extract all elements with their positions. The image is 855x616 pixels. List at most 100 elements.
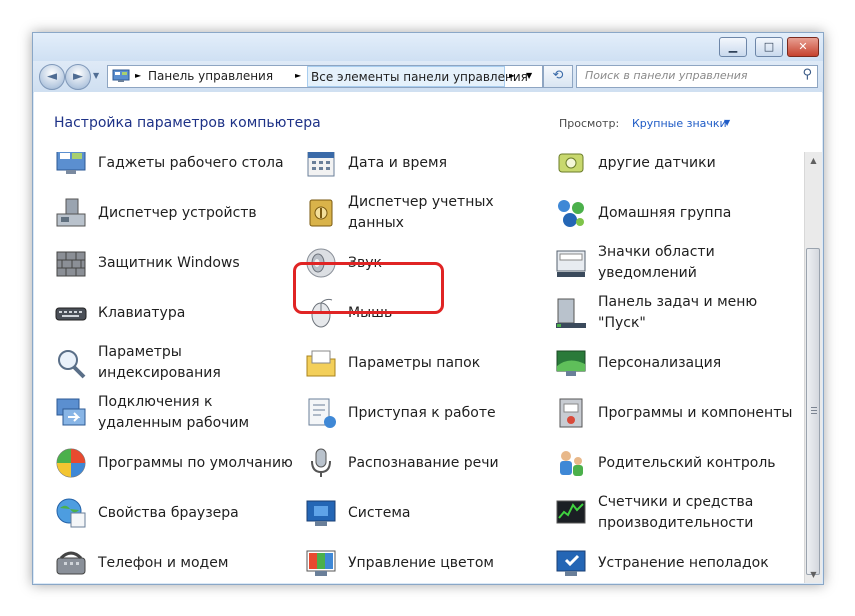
back-button[interactable]: ◄ — [39, 64, 65, 90]
control-panel-item[interactable]: Счетчики и средства производительности — [554, 490, 794, 536]
device-manager-icon — [54, 196, 88, 230]
control-panel-item[interactable]: Подключения к удаленным рабочим — [54, 390, 294, 436]
view-label: Просмотр: — [559, 117, 620, 130]
performance-icon — [554, 496, 588, 530]
control-panel-item[interactable]: Параметры индексирования — [54, 340, 294, 386]
gadgets-icon — [54, 152, 88, 180]
control-panel-item[interactable]: Параметры папок — [304, 340, 544, 386]
control-panel-item[interactable]: Персонализация — [554, 340, 794, 386]
credential-vault-icon — [304, 196, 338, 230]
control-panel-item-label: Диспетчер учетных данных — [348, 194, 494, 231]
control-panel-item[interactable]: Распознавание речи — [304, 440, 544, 486]
firewall-wall-icon — [54, 246, 88, 280]
control-panel-item[interactable]: Телефон и модем — [54, 540, 294, 583]
control-panel-item-label: Защитник Windows — [98, 254, 240, 271]
control-panel-item-label: Распознавание речи — [348, 454, 499, 471]
recent-pages-chevron-icon[interactable]: ▼ — [93, 71, 99, 80]
control-panel-item-label: Система — [348, 504, 411, 521]
control-panel-item[interactable]: Панель задач и меню "Пуск" — [554, 290, 794, 336]
control-panel-item-label: Параметры папок — [348, 354, 481, 371]
control-panel-item[interactable]: Клавиатура — [54, 290, 294, 336]
minimize-button[interactable]: ▁ — [719, 37, 747, 57]
vertical-scrollbar[interactable]: ▲ ▼ — [804, 152, 822, 583]
control-panel-item-label: Подключения к удаленным рабочим — [98, 394, 250, 431]
calendar-icon — [304, 152, 338, 180]
parental-control-icon — [554, 446, 588, 480]
search-icon[interactable]: ⚲ — [802, 67, 812, 82]
control-panel-item-label: Параметры индексирования — [98, 344, 221, 381]
scroll-thumb[interactable] — [806, 248, 820, 575]
chevron-down-icon[interactable]: ▼ — [724, 118, 730, 127]
scroll-down-button[interactable]: ▼ — [805, 566, 822, 583]
breadcrumb-all-items[interactable]: Все элементы панели управления — [307, 66, 528, 87]
search-input[interactable]: Поиск в панели управления — [585, 69, 748, 82]
control-panel-item-label: Диспетчер устройств — [98, 204, 257, 221]
remote-connection-icon — [54, 396, 88, 430]
control-panel-item[interactable]: Приступая к работе — [304, 390, 544, 436]
getting-started-icon — [304, 396, 338, 430]
control-panel-item-label: Родительский контроль — [598, 454, 776, 471]
content-pane: Настройка параметров компьютера Просмотр… — [34, 92, 822, 583]
control-panel-item[interactable]: Программы по умолчанию — [54, 440, 294, 486]
control-panel-window: ▁ □ ✕ ◄ ► ▼ ► Панель управления ► Все эл… — [32, 32, 824, 585]
control-panel-item[interactable]: другие датчики — [554, 152, 794, 186]
control-panel-item[interactable]: Программы и компоненты — [554, 390, 794, 436]
control-panel-item[interactable]: Устранение неполадок — [554, 540, 794, 583]
control-panel-item[interactable]: Свойства браузера — [54, 490, 294, 536]
control-panel-item-label: Персонализация — [598, 354, 722, 371]
control-panel-item-label: Счетчики и средства производительности — [598, 494, 754, 531]
indexing-icon — [54, 346, 88, 380]
control-panel-item[interactable]: Родительский контроль — [554, 440, 794, 486]
address-bar[interactable]: ► Панель управления ► Все элементы панел… — [107, 65, 543, 88]
control-panel-item[interactable]: Дата и время — [304, 152, 544, 186]
control-panel-item[interactable]: Домашняя группа — [554, 190, 794, 236]
control-panel-item-label: Домашняя группа — [598, 204, 732, 221]
control-panel-item[interactable]: Диспетчер учетных данных — [304, 190, 544, 236]
close-button[interactable]: ✕ — [787, 37, 819, 57]
system-icon — [304, 496, 338, 530]
default-programs-icon — [54, 446, 88, 480]
control-panel-item-label: Приступая к работе — [348, 404, 496, 421]
control-panel-item-label: Клавиатура — [98, 304, 186, 321]
highlight-frame — [293, 262, 444, 314]
control-panel-item-label: Гаджеты рабочего стола — [98, 154, 284, 171]
scroll-up-button[interactable]: ▲ — [805, 152, 822, 169]
control-panel-item-label: Панель задач и меню "Пуск" — [598, 294, 758, 331]
breadcrumb-separator-icon[interactable]: ► — [135, 66, 141, 87]
taskbar-icon — [554, 296, 588, 330]
maximize-button[interactable]: □ — [755, 37, 783, 57]
search-box[interactable]: Поиск в панели управления ⚲ — [576, 65, 818, 88]
control-panel-item-label: Значки области уведомлений — [598, 244, 715, 281]
color-management-icon — [304, 546, 338, 580]
breadcrumb-separator-icon[interactable]: ► — [509, 66, 515, 87]
control-panel-item[interactable]: Гаджеты рабочего стола — [54, 152, 294, 186]
control-panel-item[interactable]: Значки области уведомлений — [554, 240, 794, 286]
internet-options-icon — [54, 496, 88, 530]
control-panel-item[interactable]: Система — [304, 490, 544, 536]
control-panel-item-label: Телефон и модем — [98, 554, 229, 571]
folder-icon — [304, 346, 338, 380]
control-panel-item[interactable]: Диспетчер устройств — [54, 190, 294, 236]
troubleshooting-icon — [554, 546, 588, 580]
sensor-icon — [554, 152, 588, 180]
control-panel-item-label: другие датчики — [598, 154, 716, 171]
breadcrumb-control-panel[interactable]: Панель управления — [148, 66, 273, 87]
control-panel-item-label: Программы по умолчанию — [98, 454, 293, 471]
breadcrumb-separator-icon[interactable]: ► — [295, 66, 301, 87]
refresh-button[interactable]: ⟲ — [543, 65, 573, 88]
items-grid: Гаджеты рабочего стола Дата и время другие… — [34, 152, 803, 583]
control-panel-item[interactable]: Защитник Windows — [54, 240, 294, 286]
address-dropdown-icon[interactable]: ▼ — [526, 66, 532, 87]
microphone-icon — [304, 446, 338, 480]
control-panel-item-label: Управление цветом — [348, 554, 494, 571]
title-bar[interactable]: ▁ □ ✕ — [33, 33, 823, 61]
homegroup-icon — [554, 196, 588, 230]
control-panel-item-label: Устранение неполадок — [598, 554, 769, 571]
control-panel-icon — [112, 69, 130, 82]
forward-button[interactable]: ► — [65, 64, 91, 90]
control-panel-item[interactable]: Управление цветом — [304, 540, 544, 583]
control-panel-item-label: Свойства браузера — [98, 504, 239, 521]
view-mode-dropdown[interactable]: Крупные значки — [632, 117, 727, 130]
personalization-icon — [554, 346, 588, 380]
phone-modem-icon — [54, 546, 88, 580]
